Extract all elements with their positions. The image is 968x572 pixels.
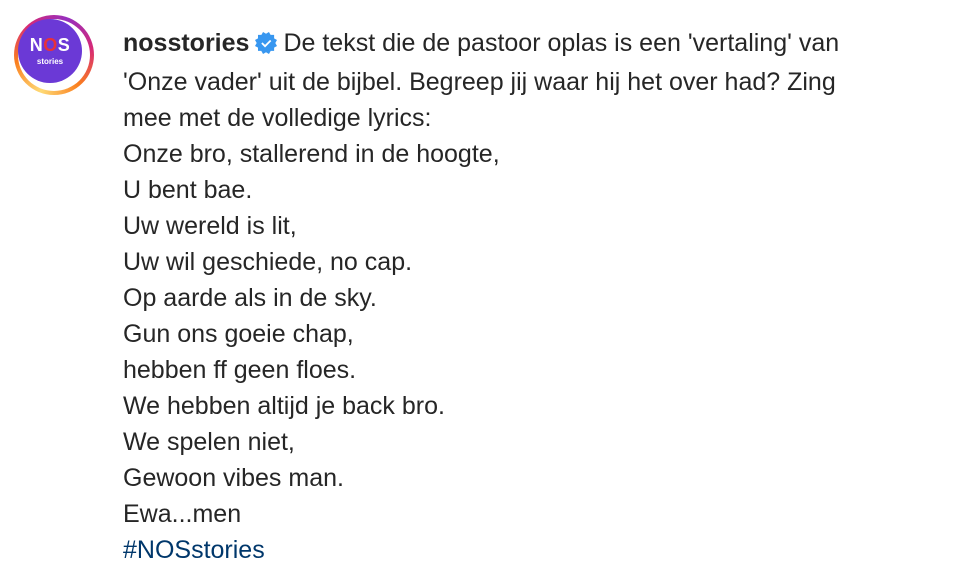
verified-badge-icon bbox=[255, 28, 278, 64]
lyric-line: Gewoon vibes man. bbox=[123, 464, 344, 492]
lyric-line: We hebben altijd je back bro. bbox=[123, 392, 445, 420]
lyric-line: Gun ons goeie chap, bbox=[123, 320, 354, 348]
caption-intro-line-1: De tekst die de pastoor oplas is een 've… bbox=[283, 29, 840, 57]
caption-intro-line-2: 'Onze vader' uit de bijbel. Begreep jij … bbox=[123, 68, 836, 96]
lyric-line: Uw wil geschiede, no cap. bbox=[123, 248, 413, 276]
lyric-line: hebben ff geen floes. bbox=[123, 356, 357, 384]
avatar[interactable]: NOS stories bbox=[18, 19, 82, 83]
avatar-logo-subtitle: stories bbox=[36, 57, 64, 66]
caption-text: nosstories De tekst die de pastoor oplas … bbox=[123, 25, 958, 568]
avatar-story-ring[interactable]: NOS stories bbox=[14, 15, 94, 95]
lyric-line: We spelen niet, bbox=[123, 428, 295, 456]
hashtag-link[interactable]: #NOSstories bbox=[123, 532, 958, 568]
username-link[interactable]: nosstories bbox=[123, 29, 249, 57]
nos-logo: NOS bbox=[29, 35, 71, 55]
lyric-line: Ewa...men bbox=[123, 500, 242, 528]
lyric-line: Onze bro, stallerend in de hoogte, bbox=[123, 140, 500, 168]
lyric-line: Op aarde als in de sky. bbox=[123, 284, 377, 312]
caption-intro-line-3: mee met de volledige lyrics: bbox=[123, 104, 432, 132]
caption-first-line: nosstories De tekst die de pastoor oplas … bbox=[123, 25, 958, 64]
lyric-line: Uw wereld is lit, bbox=[123, 212, 297, 240]
lyric-line: U bent bae. bbox=[123, 176, 253, 204]
